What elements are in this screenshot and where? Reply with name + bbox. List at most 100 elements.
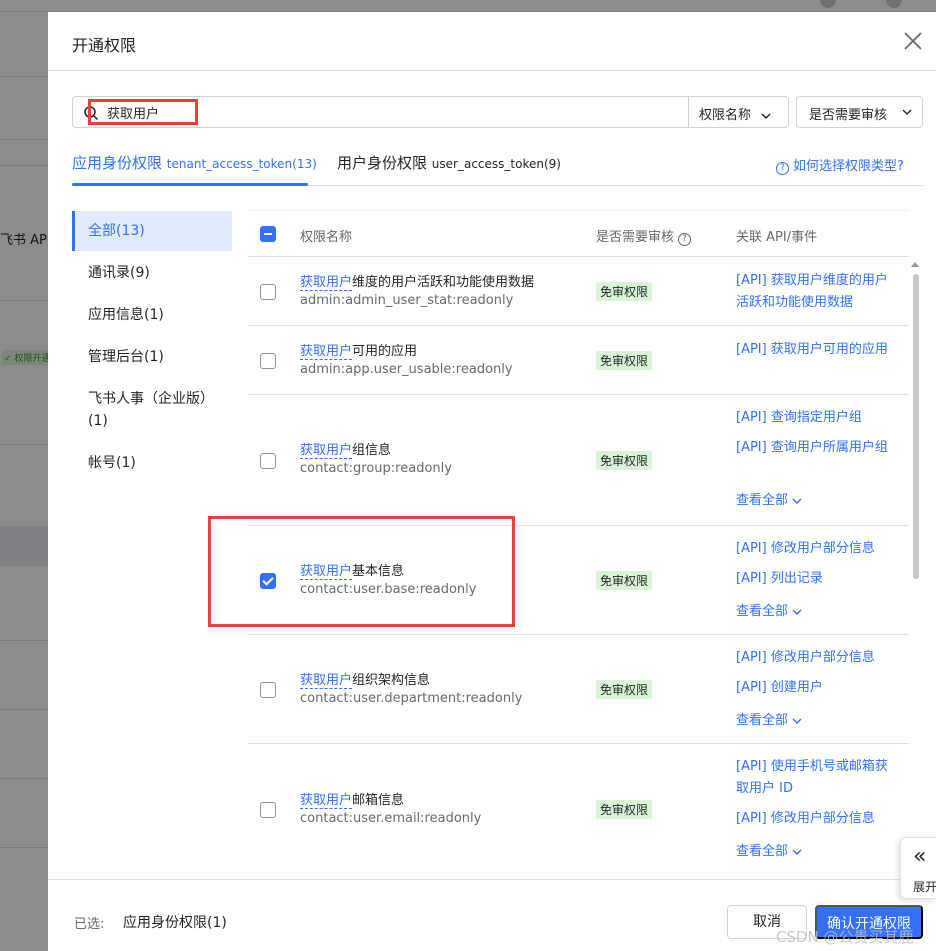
tab-label: 用户身份权限 xyxy=(337,154,428,172)
permission-name-rest: 可用的应用 xyxy=(352,344,418,359)
tab-token: tenant_access_token(13) xyxy=(166,157,317,171)
api-link[interactable]: [API] 修改用户部分信息 xyxy=(736,647,896,669)
permission-name-highlight: 获取用户 xyxy=(300,564,353,580)
category-admin[interactable]: 管理后台(1) xyxy=(72,346,232,368)
api-link[interactable]: [API] 获取用户维度的用户活跃和功能使用数据 xyxy=(736,270,896,314)
tab-user-access[interactable]: 用户身份权限 user_access_token(9) xyxy=(337,152,561,173)
permission-name-rest: 组织架构信息 xyxy=(352,673,431,688)
api-link[interactable]: [API] 获取用户可用的应用 xyxy=(736,339,896,361)
review-free-badge: 免审权限 xyxy=(596,571,653,590)
tab-active-indicator xyxy=(72,183,308,186)
chevron-down-icon xyxy=(902,109,912,115)
close-button[interactable] xyxy=(902,30,924,52)
row-checkbox[interactable] xyxy=(260,682,276,698)
help-link[interactable]: ? 如何选择权限类型? xyxy=(776,155,904,175)
search-divider xyxy=(688,97,689,127)
modal-header: 开通权限 xyxy=(48,12,936,71)
permission-code: contact:user.department:readonly xyxy=(300,691,523,706)
tab-label: 应用身份权限 xyxy=(72,154,163,172)
header-permission-name: 权限名称 xyxy=(300,230,353,245)
chevron-down-icon xyxy=(792,609,802,615)
tab-token: user_access_token(9) xyxy=(431,157,561,171)
chevron-down-icon xyxy=(792,498,802,504)
help-link-label: 如何选择权限类型? xyxy=(793,159,904,174)
modal-title: 开通权限 xyxy=(72,36,137,55)
permission-code: contact:user.email:readonly xyxy=(300,811,482,826)
header-related-api: 关联 API/事件 xyxy=(736,230,818,245)
confirm-enable-button[interactable]: 确认开通权限 xyxy=(815,905,923,939)
permission-name-rest: 组信息 xyxy=(352,443,392,458)
permission-name-highlight: 获取用户 xyxy=(300,673,353,689)
review-filter-label: 是否需要审核 xyxy=(809,108,888,123)
category-app-info[interactable]: 应用信息(1) xyxy=(72,304,232,326)
selected-value: 应用身份权限(1) xyxy=(123,915,227,931)
category-feishu-hr[interactable]: 飞书人事（企业版）(1) xyxy=(72,388,232,432)
api-link[interactable]: [API] 修改用户部分信息 xyxy=(736,538,896,560)
table-row: 获取用户邮箱信息 contact:user.email:readonly 免审权… xyxy=(248,744,909,875)
row-checkbox[interactable] xyxy=(260,284,276,300)
category-contacts[interactable]: 通讯录(9) xyxy=(72,262,232,284)
view-all-link[interactable]: 查看全部 xyxy=(736,489,802,508)
api-link[interactable]: [API] 使用手机号或邮箱获取用户 ID xyxy=(736,756,896,800)
search-bar: 权限名称 xyxy=(72,96,789,128)
view-all-label: 查看全部 xyxy=(736,604,789,619)
table-row: 获取用户组织架构信息 contact:user.department:reado… xyxy=(248,635,909,744)
permission-name-rest: 基本信息 xyxy=(352,564,405,579)
scroll-up-arrow-icon[interactable] xyxy=(911,262,919,267)
category-all[interactable]: 全部(13) xyxy=(72,211,232,251)
table-row: 获取用户组信息 contact:group:readonly 免审权限 [API… xyxy=(248,395,909,526)
view-all-label: 查看全部 xyxy=(736,844,789,859)
table-row: 获取用户维度的用户活跃和功能使用数据 admin:admin_user_stat… xyxy=(248,257,909,326)
permission-code: contact:user.base:readonly xyxy=(300,582,477,597)
view-all-link[interactable]: 查看全部 xyxy=(736,840,802,859)
tab-tenant-access[interactable]: 应用身份权限 tenant_access_token(13) xyxy=(72,152,317,173)
permission-table: 权限名称 是否需要审核? 关联 API/事件 获取用户维度的用户活跃和功能使用数… xyxy=(248,210,923,879)
permission-name-rest: 邮箱信息 xyxy=(352,793,405,808)
api-link[interactable]: [API] 查询指定用户组 xyxy=(736,407,896,429)
api-link[interactable]: [API] 创建用户 xyxy=(736,677,896,699)
close-icon xyxy=(904,32,922,50)
view-all-label: 查看全部 xyxy=(736,493,789,508)
permission-name: 获取用户维度的用户活跃和功能使用数据 xyxy=(300,271,535,291)
permission-name: 获取用户基本信息 xyxy=(300,560,405,580)
expand-label: 展开 xyxy=(913,880,936,894)
chevron-down-icon xyxy=(792,718,802,724)
question-icon[interactable]: ? xyxy=(678,233,692,246)
row-checkbox[interactable] xyxy=(260,353,276,369)
row-checkbox[interactable] xyxy=(260,802,276,818)
review-free-badge: 免审权限 xyxy=(596,800,653,819)
category-account[interactable]: 帐号(1) xyxy=(72,452,232,474)
api-link[interactable]: [API] 修改用户部分信息 xyxy=(736,808,896,830)
permission-name-highlight: 获取用户 xyxy=(300,443,353,459)
header-review: 是否需要审核? xyxy=(596,226,692,246)
permission-name: 获取用户组织架构信息 xyxy=(300,669,431,689)
search-field-select[interactable]: 权限名称 xyxy=(699,104,771,123)
api-link[interactable]: [API] 查询用户所属用户组 xyxy=(736,437,896,459)
review-free-badge: 免审权限 xyxy=(596,680,653,699)
review-free-badge: 免审权限 xyxy=(596,351,653,370)
permission-name-highlight: 获取用户 xyxy=(300,275,353,291)
cancel-button[interactable]: 取消 xyxy=(727,905,807,939)
permission-name-rest: 维度的用户活跃和功能使用数据 xyxy=(352,275,535,290)
select-all-checkbox[interactable] xyxy=(260,226,276,242)
selected-label: 已选: xyxy=(74,917,105,932)
permission-name-highlight: 获取用户 xyxy=(300,344,353,360)
search-input[interactable] xyxy=(107,97,687,127)
table-header: 权限名称 是否需要审核? 关联 API/事件 xyxy=(248,210,909,257)
modal-footer: 已选: 应用身份权限(1) 取消 确认开通权限 xyxy=(48,879,936,951)
permission-name: 获取用户邮箱信息 xyxy=(300,789,405,809)
permission-name-highlight: 获取用户 xyxy=(300,793,353,809)
review-filter-select[interactable]: 是否需要审核 xyxy=(796,96,923,128)
row-checkbox[interactable] xyxy=(260,573,276,589)
table-scrollbar[interactable] xyxy=(913,274,919,579)
permission-name: 获取用户组信息 xyxy=(300,439,392,459)
permission-name: 获取用户可用的应用 xyxy=(300,340,418,360)
view-all-link[interactable]: 查看全部 xyxy=(736,600,802,619)
question-icon: ? xyxy=(776,162,789,175)
review-free-badge: 免审权限 xyxy=(596,282,653,301)
review-free-badge: 免审权限 xyxy=(596,451,653,470)
view-all-link[interactable]: 查看全部 xyxy=(736,709,802,728)
row-checkbox[interactable] xyxy=(260,453,276,469)
api-link[interactable]: [API] 列出记录 xyxy=(736,568,896,590)
expand-panel[interactable]: « 展开 xyxy=(900,837,936,899)
